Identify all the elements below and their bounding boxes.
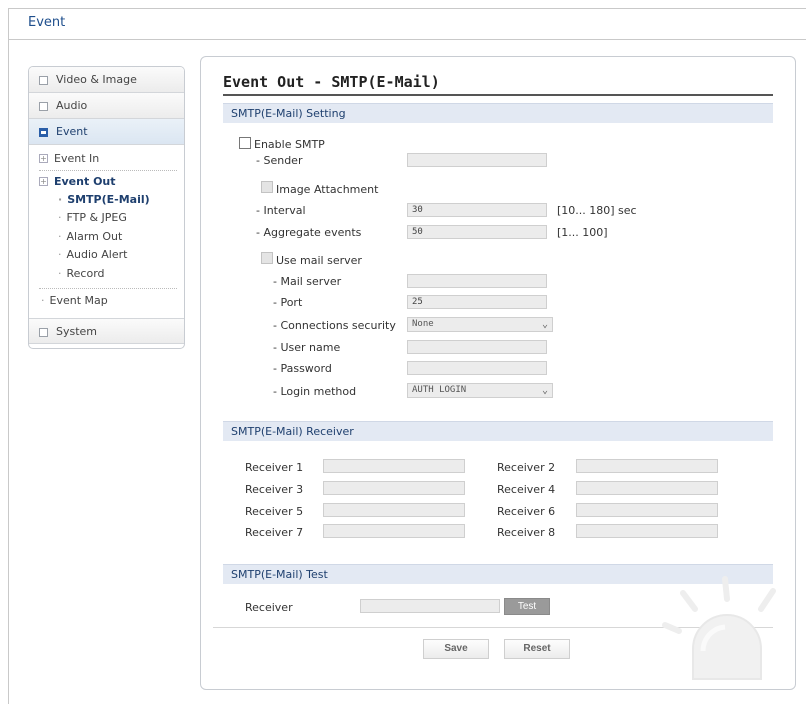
receiver-1-label: Receiver 1 <box>245 461 304 474</box>
sidebar-item-label: Event <box>56 125 88 138</box>
aggregate-input[interactable]: 50 <box>407 225 547 239</box>
chevron-down-icon: ⌄ <box>541 319 548 330</box>
alarm-beacon-icon <box>662 576 776 680</box>
conn-security-select[interactable]: None ⌄ <box>407 317 553 332</box>
aggregate-range: [1... 100] <box>557 226 608 239</box>
use-mail-server-label: Use mail server <box>276 254 362 267</box>
receiver-6-label: Receiver 6 <box>497 505 556 518</box>
sidebar-item-audio-alert[interactable]: · Audio Alert <box>58 248 127 261</box>
divider <box>39 288 177 289</box>
sidebar-item-label: FTP & JPEG <box>66 211 127 224</box>
sidebar-item-event-out[interactable]: Event Out <box>54 175 116 188</box>
sidebar-item-video-image[interactable]: Video & Image <box>29 67 184 93</box>
sidebar-item-audio[interactable]: Audio <box>29 93 184 119</box>
receiver-2-label: Receiver 2 <box>497 461 556 474</box>
receiver-5-label: Receiver 5 <box>245 505 304 518</box>
password-input[interactable] <box>407 361 547 375</box>
main-title: Event Out - SMTP(E-Mail) <box>223 73 773 96</box>
sidebar-item-label: Video & Image <box>56 73 137 86</box>
test-button[interactable]: Test <box>504 598 550 615</box>
image-attachment-checkbox[interactable] <box>261 181 273 193</box>
interval-label: - Interval <box>256 204 306 217</box>
user-name-input[interactable] <box>407 340 547 354</box>
login-method-select[interactable]: AUTH LOGIN ⌄ <box>407 383 553 398</box>
collapse-icon <box>39 328 48 337</box>
login-method-label: - Login method <box>273 385 357 398</box>
expand-icon <box>39 128 48 137</box>
sidebar-item-label: Alarm Out <box>66 230 123 243</box>
reset-button[interactable]: Reset <box>504 639 570 659</box>
mail-server-label: - Mail server <box>273 275 342 288</box>
sidebar: Video & Image Audio Event + Event In + E… <box>28 66 185 349</box>
page-title: Event <box>28 15 66 30</box>
sidebar-item-label: Event Map <box>49 294 108 307</box>
receiver-4-input[interactable] <box>576 481 718 495</box>
section-receiver: SMTP(E-Mail) Receiver <box>223 421 773 441</box>
receiver-6-input[interactable] <box>576 503 718 517</box>
enable-smtp-checkbox[interactable] <box>239 137 251 149</box>
receiver-3-label: Receiver 3 <box>245 483 304 496</box>
select-value: None <box>412 319 434 329</box>
receiver-3-input[interactable] <box>323 481 465 495</box>
sidebar-item-label: Record <box>66 267 105 280</box>
sidebar-item-event[interactable]: Event <box>29 119 184 145</box>
interval-range: [10... 180] sec <box>557 204 637 217</box>
sidebar-item-ftp[interactable]: · FTP & JPEG <box>58 211 127 224</box>
image-attachment-label: Image Attachment <box>276 183 379 196</box>
receiver-2-input[interactable] <box>576 459 718 473</box>
collapse-icon <box>39 102 48 111</box>
sender-label: - Sender <box>256 154 303 167</box>
receiver-4-label: Receiver 4 <box>497 483 556 496</box>
collapse-icon <box>39 76 48 85</box>
enable-smtp-label: Enable SMTP <box>254 138 325 151</box>
receiver-7-label: Receiver 7 <box>245 526 304 539</box>
user-name-label: - User name <box>273 341 341 354</box>
receiver-8-input[interactable] <box>576 524 718 538</box>
use-mail-server-checkbox[interactable] <box>261 252 273 264</box>
main-panel: Event Out - SMTP(E-Mail) SMTP(E-Mail) Se… <box>200 56 796 690</box>
sidebar-item-smtp[interactable]: · SMTP(E-Mail) <box>58 193 150 206</box>
divider <box>39 170 177 171</box>
receiver-5-input[interactable] <box>323 503 465 517</box>
sidebar-item-event-in[interactable]: Event In <box>54 152 99 165</box>
test-receiver-label: Receiver <box>245 601 293 614</box>
sidebar-item-label: System <box>56 325 98 338</box>
sidebar-item-system[interactable]: System <box>29 318 184 344</box>
port-input[interactable]: 25 <box>407 295 547 309</box>
plus-icon[interactable]: + <box>39 177 48 186</box>
receiver-1-input[interactable] <box>323 459 465 473</box>
receiver-7-input[interactable] <box>323 524 465 538</box>
sidebar-item-label: SMTP(E-Mail) <box>67 193 150 206</box>
section-setting: SMTP(E-Mail) Setting <box>223 103 773 123</box>
chevron-down-icon: ⌄ <box>541 385 548 396</box>
sidebar-item-label: Audio Alert <box>66 248 128 261</box>
conn-security-label: - Connections security <box>273 319 396 332</box>
sender-input[interactable] <box>407 153 547 167</box>
page-header: Event <box>8 8 806 40</box>
test-receiver-input[interactable] <box>360 599 500 613</box>
receiver-8-label: Receiver 8 <box>497 526 556 539</box>
save-button[interactable]: Save <box>423 639 489 659</box>
select-value: AUTH LOGIN <box>412 385 467 395</box>
sidebar-item-label: Audio <box>56 99 88 112</box>
interval-input[interactable]: 30 <box>407 203 547 217</box>
aggregate-label: - Aggregate events <box>256 226 362 239</box>
sidebar-item-event-map[interactable]: · Event Map <box>41 294 108 307</box>
sidebar-item-record[interactable]: · Record <box>58 267 105 280</box>
port-label: - Port <box>273 296 303 309</box>
password-label: - Password <box>273 362 332 375</box>
mail-server-input[interactable] <box>407 274 547 288</box>
plus-icon[interactable]: + <box>39 154 48 163</box>
sidebar-item-alarm-out[interactable]: · Alarm Out <box>58 230 122 243</box>
